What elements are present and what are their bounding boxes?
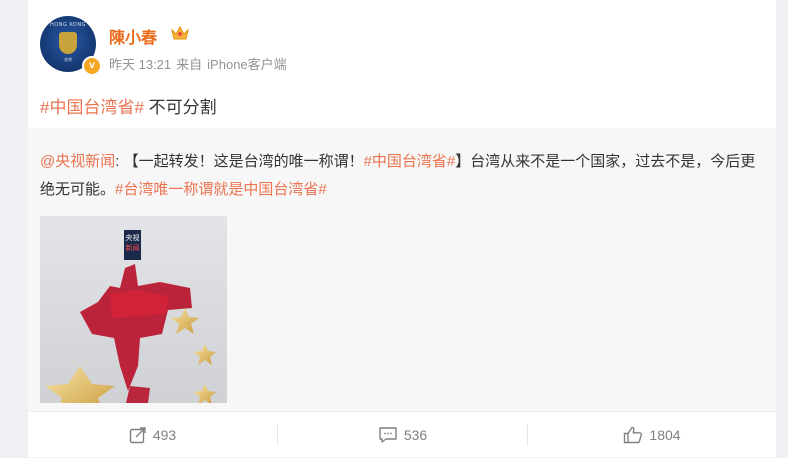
verified-icon: v xyxy=(82,56,102,76)
crown-icon[interactable] xyxy=(170,24,190,42)
repost-button[interactable]: 493 xyxy=(28,412,277,458)
repost-topic-1[interactable]: #中国台湾省# xyxy=(364,153,456,170)
comment-count: 536 xyxy=(403,427,428,443)
like-count: 1804 xyxy=(649,427,681,443)
post-time[interactable]: 昨天 13:21 xyxy=(109,57,171,72)
repost-user-link[interactable]: @央视新闻 xyxy=(40,153,115,170)
post-source: iPhone客户端 xyxy=(207,57,287,72)
post-header: HONG KONG 香港 v 陳小春 昨天 13:21 来自 iPhone客户端 xyxy=(40,16,740,76)
cctv-news-logo: 央视 新闻 xyxy=(124,230,141,260)
repost-colon: : xyxy=(115,153,124,170)
emblem-icon xyxy=(59,32,77,54)
repost-text: @央视新闻: 【一起转发！这是台湾的唯一称谓！#中国台湾省#】台湾从来不是一个国… xyxy=(40,148,760,204)
username[interactable]: 陳小春 xyxy=(109,24,157,48)
topic-link[interactable]: #中国台湾省# xyxy=(40,98,144,117)
repost-icon xyxy=(129,427,146,444)
like-icon xyxy=(624,426,643,444)
comment-button[interactable]: 536 xyxy=(278,412,527,458)
logo-line-2: 新闻 xyxy=(125,245,140,252)
weibo-post-card: HONG KONG 香港 v 陳小春 昨天 13:21 来自 iPhone客户端 #… xyxy=(28,0,776,457)
post-text: 不可分割 xyxy=(143,98,217,117)
post-meta: 昨天 13:21 来自 iPhone客户端 xyxy=(109,54,292,73)
source-prefix: 来自 xyxy=(176,57,203,72)
repost-topic-2[interactable]: #台湾唯一称谓就是中国台湾省# xyxy=(115,181,327,198)
repost-block: @央视新闻: 【一起转发！这是台湾的唯一称谓！#中国台湾省#】台湾从来不是一个国… xyxy=(28,128,776,411)
comment-icon xyxy=(379,427,397,443)
action-bar: 493 536 1804 xyxy=(28,411,776,458)
post-body: #中国台湾省# 不可分割 xyxy=(40,93,217,118)
like-button[interactable]: 1804 xyxy=(528,412,776,458)
repost-text-part1: 【一起转发！这是台湾的唯一称谓！ xyxy=(123,153,364,170)
repost-count: 493 xyxy=(152,427,177,443)
avatar-top-text: HONG KONG xyxy=(50,22,86,28)
repost-image[interactable]: 央视 新闻 xyxy=(40,216,227,403)
logo-line-1: 央视 xyxy=(125,235,140,242)
